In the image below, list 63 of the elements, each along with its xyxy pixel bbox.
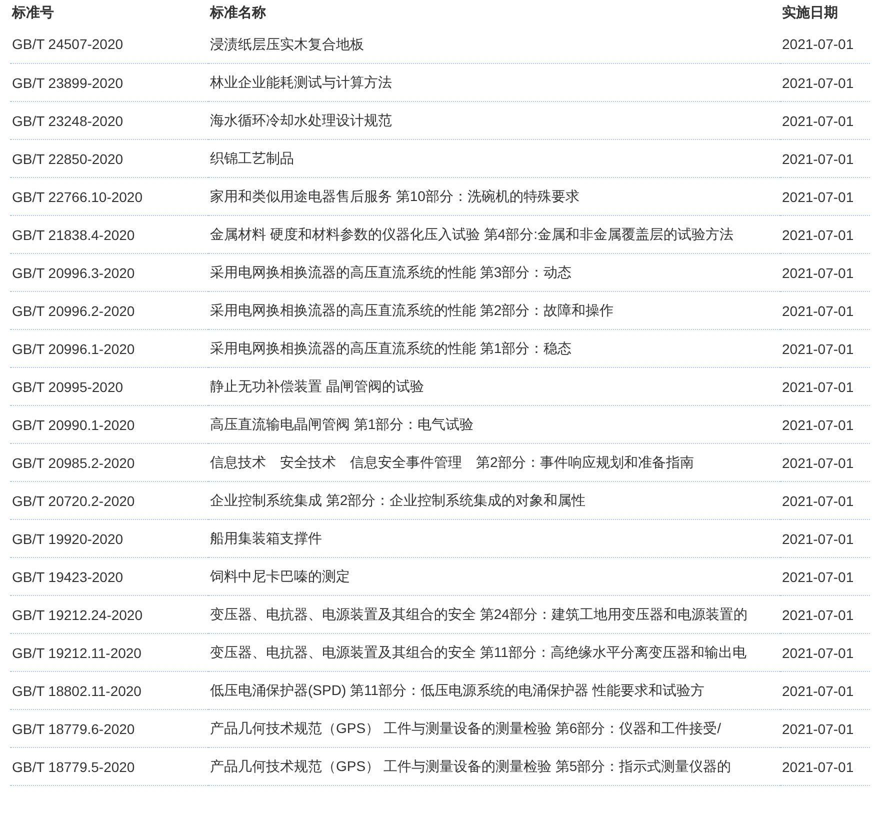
table-cell-text: 采用电网换相换流器的高压直流系统的性能 第3部分：动态 — [210, 263, 573, 282]
table-cell: GB/T 19423-2020 — [12, 568, 124, 584]
table-cell-text: 林业企业能耗测试与计算方法 — [210, 73, 393, 92]
table-cell-text: 信息技术 安全技术 信息安全事件管理 第2部分：事件响应规划和准备指南 — [210, 453, 695, 472]
table-cell-text: 静止无功补偿装置 晶闸管阀的试验 — [210, 377, 425, 396]
table-cell: GB/T 20996.3-2020 — [12, 264, 135, 280]
table-cell: GB/T 18779.5-2020 — [12, 758, 135, 774]
table-cell: GB/T 22766.10-2020 — [12, 188, 143, 204]
table-cell: GB/T 20720.2-2020 — [12, 492, 135, 508]
table-cell: 2021-07-01 — [782, 492, 854, 508]
table-cell-text: 采用电网换相换流器的高压直流系统的性能 第1部分：稳态 — [210, 339, 573, 358]
table-cell-text: 产品几何技术规范（GPS） 工件与测量设备的测量检验 第5部分：指示式测量仪器的 — [210, 757, 732, 776]
table-cell-text: 海水循环冷却水处理设计规范 — [210, 111, 393, 130]
table-cell: 2021-07-01 — [782, 74, 854, 90]
table-cell-text: 船用集装箱支撑件 — [210, 529, 323, 548]
column-header: 标准名称 — [210, 4, 266, 20]
table-cell: GB/T 19212.24-2020 — [12, 606, 143, 622]
table-cell: GB/T 20990.1-2020 — [12, 416, 135, 432]
table-cell: GB/T 20996.1-2020 — [12, 340, 135, 356]
table-cell: 2021-07-01 — [782, 264, 854, 280]
table-cell: 2021-07-01 — [782, 340, 854, 356]
table-cell: 2021-07-01 — [782, 644, 854, 660]
table-cell: 2021-07-01 — [782, 36, 854, 52]
table-cell: 2021-07-01 — [782, 302, 854, 318]
table-cell: GB/T 20996.2-2020 — [12, 302, 135, 318]
table-cell: GB/T 23248-2020 — [12, 112, 124, 128]
table-cell-text: 家用和类似用途电器售后服务 第10部分：洗碗机的特殊要求 — [210, 187, 580, 206]
table-cell: GB/T 20985.2-2020 — [12, 454, 135, 470]
table-cell-text: 浸渍纸层压实木复合地板 — [210, 34, 365, 54]
table-cell-text: 采用电网换相换流器的高压直流系统的性能 第2部分：故障和操作 — [210, 301, 615, 320]
table-cell: 2021-07-01 — [782, 568, 854, 584]
table-cell-text: 饲料中尼卡巴嗪的测定 — [210, 567, 351, 586]
table-cell: 2021-07-01 — [782, 378, 854, 394]
table-cell: 2021-07-01 — [782, 226, 854, 242]
table-cell: GB/T 22850-2020 — [12, 150, 124, 166]
table-cell-text: 低压电涌保护器(SPD) 第11部分：低压电源系统的电涌保护器 性能要求和试验方 — [210, 681, 706, 700]
table-cell: GB/T 19920-2020 — [12, 530, 124, 546]
table-cell-text: 变压器、电抗器、电源装置及其组合的安全 第24部分：建筑工地用变压器和电源装置的 — [210, 605, 748, 624]
table-cell-text: 企业控制系统集成 第2部分：企业控制系统集成的对象和属性 — [210, 491, 587, 510]
table-cell: GB/T 24507-2020 — [12, 36, 124, 52]
table-cell-text: 变压器、电抗器、电源装置及其组合的安全 第11部分：高绝缘水平分离变压器和输出电 — [210, 643, 748, 662]
table-cell: 2021-07-01 — [782, 606, 854, 622]
table-cell: 2021-07-01 — [782, 530, 854, 546]
table-cell-text: 织锦工艺制品 — [210, 149, 295, 168]
table-cell: GB/T 18802.11-2020 — [12, 682, 142, 698]
table-cell: 2021-07-01 — [782, 112, 854, 128]
table-cell: 2021-07-01 — [782, 682, 854, 698]
table-cell: GB/T 19212.11-2020 — [12, 644, 142, 660]
column-header: 实施日期 — [782, 4, 838, 20]
table-cell: 2021-07-01 — [782, 150, 854, 166]
column-header: 标准号 — [12, 4, 54, 20]
table-cell: 2021-07-01 — [782, 188, 854, 204]
table-cell: 2021-07-01 — [782, 416, 854, 432]
table-cell: 2021-07-01 — [782, 454, 854, 470]
table-cell: GB/T 21838.4-2020 — [12, 226, 135, 242]
table-cell: GB/T 23899-2020 — [12, 74, 124, 90]
table-cell: GB/T 20995-2020 — [12, 378, 124, 394]
table-cell-text: 高压直流输电晶闸管阀 第1部分：电气试验 — [210, 415, 475, 434]
table-cell-text: 金属材料 硬度和材料参数的仪器化压入试验 第4部分:金属和非金属覆盖层的试验方法 — [210, 225, 734, 244]
table-cell-text: 产品几何技术规范（GPS） 工件与测量设备的测量检验 第6部分：仪器和工件接受/ — [210, 719, 722, 738]
table-cell: 2021-07-01 — [782, 758, 854, 774]
table-cell: GB/T 18779.6-2020 — [12, 720, 135, 736]
table-cell: 2021-07-01 — [782, 720, 854, 736]
